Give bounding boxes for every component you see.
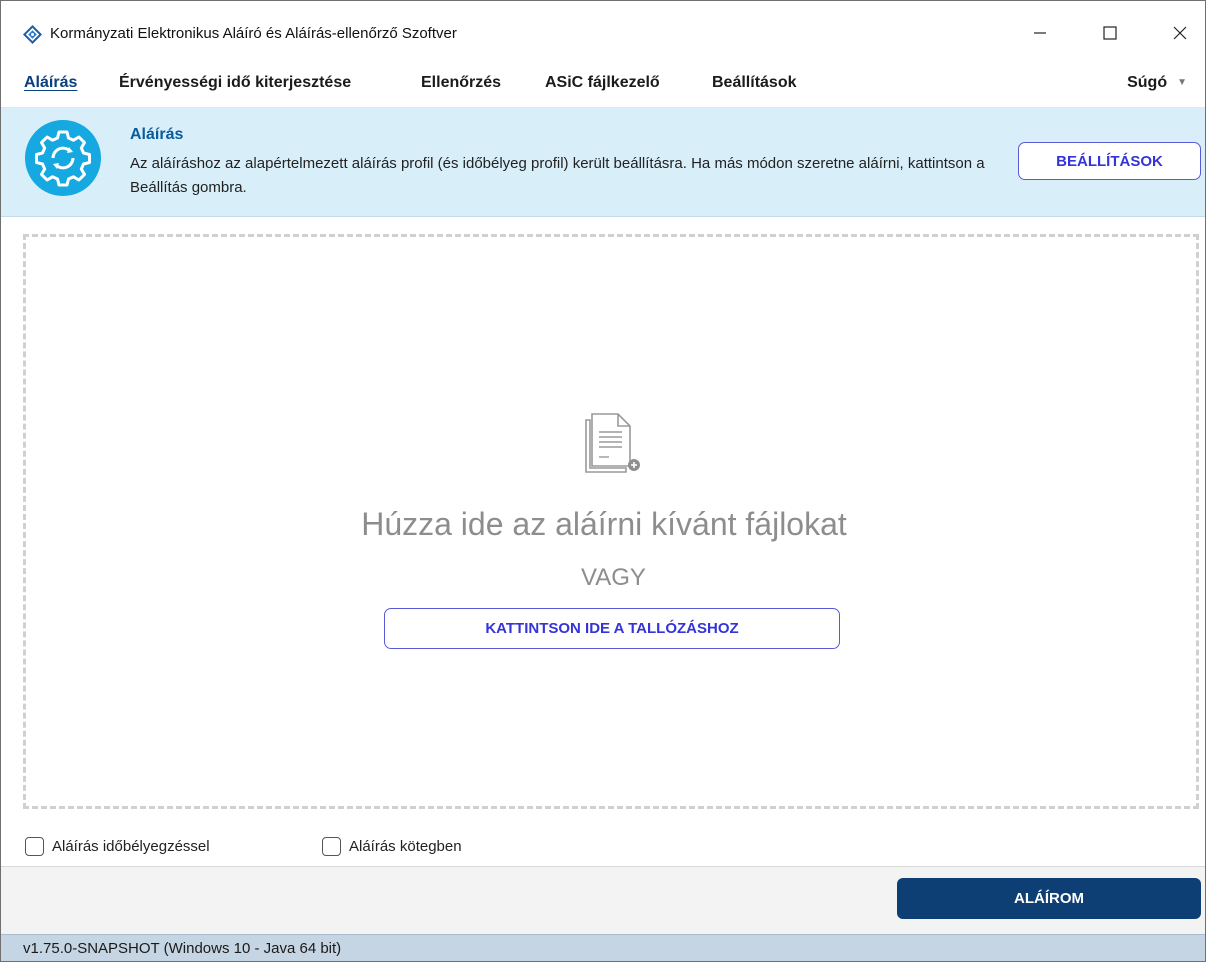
banner-title: Aláírás — [130, 126, 184, 143]
menu-item-alairas[interactable]: Aláírás — [24, 74, 77, 92]
checkbox-box[interactable] — [25, 837, 44, 856]
title-bar: Kormányzati Elektronikus Aláíró és Aláír… — [1, 1, 1205, 55]
batch-checkbox[interactable]: Aláírás kötegben — [322, 837, 462, 856]
maximize-button[interactable] — [1087, 11, 1133, 55]
drop-prompt: Húzza ide az aláírni kívánt fájlokat — [361, 506, 847, 542]
close-button[interactable] — [1157, 11, 1203, 55]
browse-button[interactable]: KATTINTSON IDE A TALLÓZÁSHOZ — [384, 608, 840, 649]
sign-options: Aláírás időbélyegzéssel Aláírás kötegben — [1, 827, 1205, 867]
app-window: Kormányzati Elektronikus Aláíró és Aláír… — [0, 0, 1206, 962]
status-bar: v1.75.0-SNAPSHOT (Windows 10 - Java 64 b… — [1, 934, 1205, 961]
minimize-button[interactable] — [1017, 11, 1063, 55]
menu-item-beallitasok[interactable]: Beállítások — [712, 74, 796, 92]
minimize-icon — [1034, 32, 1046, 34]
close-icon — [1173, 26, 1187, 40]
sign-button[interactable]: ALÁÍROM — [897, 878, 1201, 919]
help-menu-label: Súgó — [1127, 74, 1168, 91]
menu-bar: Aláírás Érvényességi idő kiterjesztése E… — [1, 55, 1205, 108]
menu-item-ellenorzes[interactable]: Ellenőrzés — [421, 74, 501, 92]
chevron-down-icon: ▼ — [1177, 77, 1187, 88]
or-separator: VAGY — [581, 564, 646, 591]
batch-checkbox-label: Aláírás kötegben — [349, 838, 462, 855]
gear-sync-icon — [25, 120, 101, 196]
info-banner: Aláírás Az aláíráshoz az alapértelmezett… — [1, 108, 1205, 217]
maximize-icon — [1103, 26, 1117, 40]
version-text: v1.75.0-SNAPSHOT (Windows 10 - Java 64 b… — [23, 940, 342, 957]
add-document-icon — [585, 413, 640, 473]
menu-item-ervenyessegi-ido[interactable]: Érvényességi idő kiterjesztése — [119, 74, 351, 92]
menu-item-asic[interactable]: ASiC fájlkezelő — [545, 74, 660, 92]
app-logo-icon — [23, 25, 42, 44]
timestamp-checkbox[interactable]: Aláírás időbélyegzéssel — [25, 837, 210, 856]
help-menu[interactable]: Súgó ▼ — [1127, 74, 1187, 92]
settings-button[interactable]: BEÁLLÍTÁSOK — [1018, 142, 1201, 180]
window-title: Kormányzati Elektronikus Aláíró és Aláír… — [50, 25, 457, 42]
timestamp-checkbox-label: Aláírás időbélyegzéssel — [52, 838, 210, 855]
banner-text: Az aláíráshoz az alapértelmezett aláírás… — [130, 155, 985, 196]
action-bar: ALÁÍROM — [1, 866, 1205, 935]
checkbox-box[interactable] — [322, 837, 341, 856]
